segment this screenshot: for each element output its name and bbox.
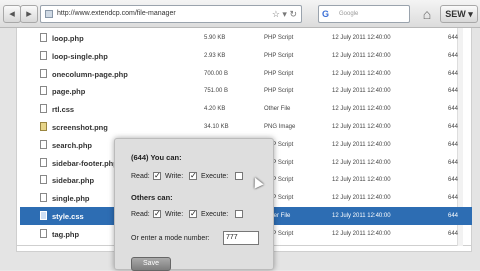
file-permissions: 644 [448, 35, 459, 41]
file-size: 751.00 B [204, 88, 229, 95]
file-row[interactable]: loop-single.php 2.93 KB PHP Script 12 July … [20, 47, 472, 65]
file-size: 700.00 B [204, 70, 229, 77]
file-size: 34.10 KB [204, 124, 229, 130]
file-date: 12 July 2011 12:40:00 [332, 70, 391, 77]
file-icon [40, 228, 47, 238]
file-icon [40, 33, 47, 42]
image-icon [40, 122, 47, 131]
you-write-label: Write: [165, 173, 184, 180]
file-name[interactable]: loop.php [52, 34, 84, 43]
file-name[interactable]: tag.php [52, 230, 79, 239]
forward-button[interactable]: ▸ [20, 5, 38, 23]
file-date: 12 July 2011 12:40:00 [332, 124, 391, 130]
file-date: 12 July 2011 12:40:00 [332, 88, 391, 95]
file-name[interactable]: single.php [52, 194, 90, 203]
file-type: PHP Script [264, 88, 294, 95]
file-type: PHP Script [264, 52, 294, 59]
back-icon: ◂ [9, 8, 15, 20]
file-icon [40, 86, 47, 96]
file-date: 12 July 2011 12:40:00 [332, 230, 391, 237]
file-date: 12 July 2011 12:40:00 [332, 52, 391, 59]
forward-icon: ▸ [26, 8, 32, 20]
file-permissions: 644 [448, 230, 459, 237]
file-date: 12 July 2011 12:40:00 [332, 195, 391, 202]
you-can-heading: (644) You can: [131, 153, 182, 162]
file-permissions: 644 [448, 195, 459, 202]
google-logo-icon: G [322, 9, 330, 19]
toolbar-extension-button[interactable]: SEW ▾ [440, 5, 478, 23]
file-size: 4.20 KB [204, 106, 226, 113]
file-row[interactable]: onecolumn-page.php 700.00 B PHP Script 12 J… [20, 65, 472, 83]
mode-number-input[interactable]: 777 [223, 231, 259, 245]
file-date: 12 July 2011 12:40:00 [332, 141, 391, 148]
file-permissions: 644 [448, 88, 459, 95]
file-type: PHP Script [264, 35, 294, 41]
file-name[interactable]: page.php [52, 87, 85, 96]
file-size: 5.90 KB [204, 35, 226, 41]
file-icon [40, 68, 47, 78]
others-write-label: Write: [165, 211, 184, 218]
file-icon [40, 50, 47, 60]
others-read-checkbox[interactable]: ✓ [153, 210, 161, 218]
file-name[interactable]: screenshot.png [52, 123, 108, 132]
file-type: PHP Script [264, 70, 294, 77]
file-permissions: 644 [448, 52, 459, 59]
file-permissions: 644 [448, 106, 459, 113]
file-permissions: 644 [448, 159, 459, 166]
file-row[interactable]: loop.php 5.90 KB PHP Script 12 July 2011 12… [20, 29, 472, 47]
you-read-label: Read: [131, 173, 150, 180]
file-icon [40, 139, 47, 149]
file-permissions: 644 [448, 213, 459, 219]
mode-number-label: Or enter a mode number: [131, 235, 210, 242]
browser-toolbar: ◂ ▸ http://www.extendcp.com/file-manager… [0, 0, 480, 28]
file-name[interactable]: loop-single.php [52, 52, 108, 61]
file-date: 12 July 2011 12:40:00 [332, 35, 391, 41]
file-icon [40, 193, 47, 203]
file-icon [40, 211, 47, 220]
file-icon [40, 104, 47, 114]
search-input[interactable]: G Google [318, 5, 410, 23]
file-type: Other File [264, 106, 291, 113]
others-write-checkbox[interactable]: ✓ [189, 210, 197, 218]
file-name[interactable]: rtl.css [52, 105, 74, 114]
back-button[interactable]: ◂ [3, 5, 21, 23]
file-date: 12 July 2011 12:40:00 [332, 159, 391, 166]
file-name[interactable]: sidebar.php [52, 176, 94, 185]
bookmark-star-icon[interactable]: ☆ ▾ ↻ [272, 6, 297, 22]
file-row[interactable]: screenshot.png 34.10 KB PNG Image 12 July 2… [20, 118, 472, 136]
file-row[interactable]: rtl.css 4.20 KB Other File 12 July 2011 12:… [20, 100, 472, 118]
others-execute-checkbox[interactable] [235, 210, 243, 218]
address-bar[interactable]: http://www.extendcp.com/file-manager ☆ ▾… [40, 5, 302, 23]
file-name[interactable]: onecolumn-page.php [52, 70, 128, 79]
search-placeholder: Google [339, 11, 359, 17]
file-permissions: 644 [448, 177, 459, 184]
you-write-checkbox[interactable]: ✓ [189, 172, 197, 180]
permissions-dialog: (644) You can: Read: ✓ Write: ✓ Execute:… [114, 138, 274, 271]
file-permissions: 644 [448, 141, 459, 148]
favicon-icon [45, 10, 53, 18]
file-name[interactable]: sidebar-footer.php [52, 159, 118, 168]
file-size: 2.93 KB [204, 52, 226, 59]
file-icon [40, 157, 47, 167]
save-button[interactable]: Save [131, 257, 171, 271]
file-name[interactable]: style.css [52, 212, 84, 221]
you-read-checkbox[interactable]: ✓ [153, 172, 161, 180]
you-execute-checkbox[interactable] [235, 172, 243, 180]
file-permissions: 644 [448, 124, 459, 130]
home-button[interactable]: ⌂ [418, 4, 436, 24]
file-date: 12 July 2011 12:40:00 [332, 106, 391, 113]
file-date: 12 July 2011 12:40:00 [332, 213, 391, 219]
url-text: http://www.extendcp.com/file-manager [57, 10, 176, 17]
file-type: PNG Image [264, 124, 296, 130]
file-permissions: 644 [448, 70, 459, 77]
home-icon: ⌂ [422, 6, 432, 22]
file-row[interactable]: page.php 751.00 B PHP Script 12 July 2011 1… [20, 82, 472, 100]
you-execute-label: Execute: [201, 173, 229, 180]
file-icon [40, 175, 47, 185]
others-can-heading: Others can: [131, 193, 173, 202]
file-name[interactable]: search.php [52, 141, 92, 150]
others-read-label: Read: [131, 211, 150, 218]
others-execute-label: Execute: [201, 211, 229, 218]
file-date: 12 July 2011 12:40:00 [332, 177, 391, 184]
